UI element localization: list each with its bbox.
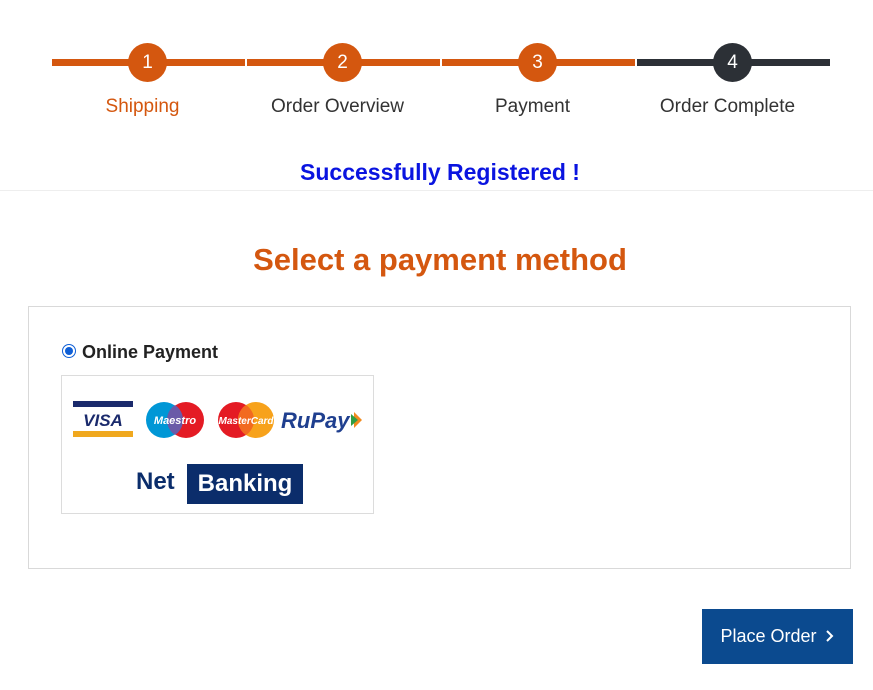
maestro-logo: Maestro [146, 402, 204, 438]
online-payment-radio[interactable] [62, 344, 76, 358]
step-3-label: Payment [495, 96, 570, 117]
rupay-logo: RuPay [281, 408, 362, 433]
checkout-progress-stepper: 1 2 3 4 Shipping Order Overview Payment … [0, 0, 873, 140]
online-payment-label[interactable]: Online Payment [82, 342, 218, 363]
place-order-button[interactable]: Place Order [702, 609, 853, 664]
section-divider [0, 190, 873, 191]
mastercard-logo: MasterCard [218, 402, 274, 438]
visa-logo: VISA [73, 401, 133, 437]
place-order-label: Place Order [720, 626, 817, 646]
chevron-right-icon [825, 630, 833, 642]
net-banking-logo: Net Banking [129, 464, 303, 504]
maestro-text: Maestro [154, 415, 196, 427]
step-1-number: 1 [128, 43, 167, 82]
banking-text: Banking [187, 464, 303, 504]
mastercard-text: MasterCard [218, 416, 274, 427]
payment-logos-box: VISA Maestro MasterCard RuPay Net Bankin… [61, 375, 374, 514]
visa-text: VISA [83, 411, 123, 430]
rupay-text: RuPay [281, 408, 351, 433]
step-4-label: Order Complete [659, 96, 796, 117]
success-message: Successfully Registered ! [300, 159, 580, 185]
step-2-label: Order Overview [270, 96, 405, 117]
step-2-number: 2 [323, 43, 362, 82]
step-3-number: 3 [518, 43, 557, 82]
net-text: Net [136, 468, 175, 495]
step-4-number: 4 [713, 43, 752, 82]
payment-method-panel: Online Payment VISA Maestro MasterCard R… [28, 306, 851, 569]
page-title: Select a payment method [253, 242, 627, 277]
step-1-label: Shipping [105, 96, 180, 117]
